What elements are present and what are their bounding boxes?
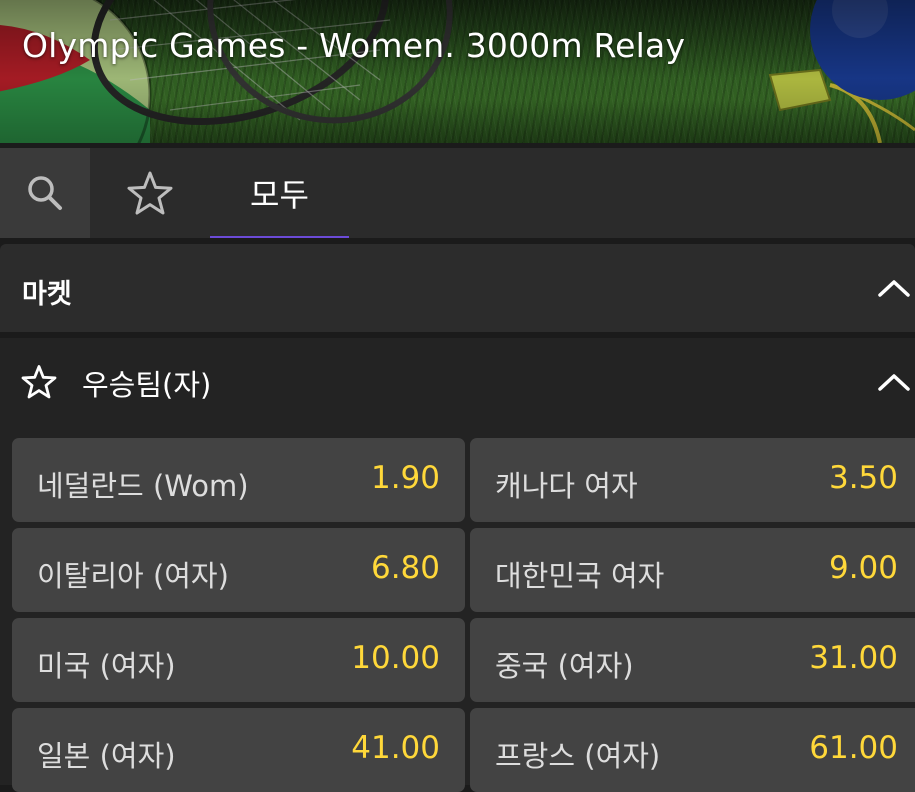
selection-price: 41.00 <box>351 730 440 766</box>
search-button[interactable] <box>0 148 90 238</box>
active-tab-indicator <box>210 236 349 238</box>
odds-button[interactable]: 중국 (여자) 31.00 <box>470 618 915 702</box>
odds-button[interactable]: 미국 (여자) 10.00 <box>12 618 465 702</box>
selection-name: 미국 (여자) <box>37 649 176 683</box>
selection-name: 중국 (여자) <box>495 649 634 683</box>
selection-name: 네덜란드 (Wom) <box>37 469 249 503</box>
odds-button[interactable]: 대한민국 여자 9.00 <box>470 528 915 612</box>
tab-all-label: 모두 <box>250 176 309 214</box>
odds-button[interactable]: 프랑스 (여자) 61.00 <box>470 708 915 792</box>
selection-name: 캐나다 여자 <box>495 469 638 503</box>
selection-name: 프랑스 (여자) <box>495 739 661 773</box>
selection-price: 10.00 <box>351 640 440 676</box>
selection-price: 6.80 <box>370 550 440 586</box>
odds-button[interactable]: 일본 (여자) 41.00 <box>12 708 465 792</box>
star-icon[interactable] <box>21 364 57 400</box>
selection-price: 3.50 <box>828 460 898 496</box>
market-group-label: 우승팀(자) <box>82 368 212 402</box>
market-group-header[interactable]: 우승팀(자) <box>0 338 915 428</box>
selection-price: 61.00 <box>809 730 898 766</box>
star-icon <box>127 171 173 215</box>
banner-shade <box>0 0 915 143</box>
page-title: Olympic Games - Women. 3000m Relay <box>22 26 686 65</box>
market-group-winner: 우승팀(자) 네덜란드 (Wom) 1.90 캐나다 여자 3.50 이탈리아 … <box>0 338 915 792</box>
chevron-up-icon <box>878 374 910 391</box>
selection-price: 31.00 <box>809 640 898 676</box>
selection-name: 일본 (여자) <box>37 739 176 773</box>
odds-button[interactable]: 네덜란드 (Wom) 1.90 <box>12 438 465 522</box>
tab-bar: 모두 <box>0 148 915 238</box>
tab-all[interactable]: 모두 <box>210 148 349 238</box>
search-icon <box>28 176 62 210</box>
odds-button[interactable]: 이탈리아 (여자) 6.80 <box>12 528 465 612</box>
chevron-up-icon <box>878 280 910 297</box>
market-section-header[interactable]: 마켓 <box>0 244 915 332</box>
event-banner: Olympic Games - Women. 3000m Relay <box>0 0 915 143</box>
selection-name: 이탈리아 (여자) <box>37 559 229 593</box>
selection-price: 9.00 <box>828 550 898 586</box>
odds-button[interactable]: 캐나다 여자 3.50 <box>470 438 915 522</box>
selection-name: 대한민국 여자 <box>495 559 665 593</box>
market-label: 마켓 <box>22 279 72 310</box>
tab-favorites[interactable] <box>105 148 195 238</box>
selection-price: 1.90 <box>370 460 440 496</box>
